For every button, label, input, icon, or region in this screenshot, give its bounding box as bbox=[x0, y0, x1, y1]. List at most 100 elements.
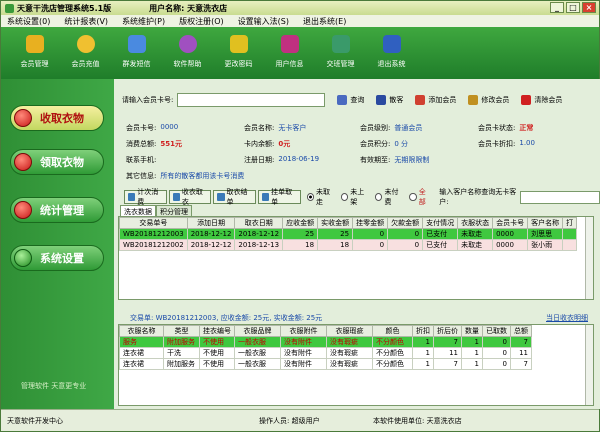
sidebar-item-collect-clothes[interactable]: 领取衣物 bbox=[10, 149, 104, 175]
search-icon bbox=[337, 95, 348, 105]
member-expire: 无期限限制 bbox=[394, 156, 430, 164]
add-member-button[interactable]: 添加会员 bbox=[415, 95, 456, 105]
col-header[interactable]: 衣服名称 bbox=[119, 325, 164, 337]
radio-all[interactable]: 全部 bbox=[409, 187, 431, 207]
green-orb-icon bbox=[14, 249, 32, 267]
col-header[interactable]: 交易单号 bbox=[119, 217, 188, 229]
window-title: 天意干洗店管理系统5.1版 bbox=[17, 3, 112, 13]
table-row[interactable]: WB20181212003 2018-12-12 2018-12-12 25 25 0 0 已… bbox=[119, 228, 578, 240]
minimize-icon[interactable]: _ bbox=[550, 2, 564, 13]
menu-item-input-method[interactable]: 设置输入法(S) bbox=[238, 16, 289, 27]
customer-search-label: 输入客户名称查询无卡客户: bbox=[439, 188, 517, 206]
menu-item-system-settings[interactable]: 系统设置(0) bbox=[7, 16, 50, 27]
table-row[interactable]: 连衣裙 干洗 不使用 一般衣服 没有附件 没有瑕疵 不分颜色 1 11 1 0 11 bbox=[119, 347, 532, 359]
toolbar-shift-management[interactable]: 交班管理 bbox=[315, 27, 366, 77]
col-header[interactable]: 折后价 bbox=[433, 325, 462, 337]
col-header[interactable]: 挂零金额 bbox=[352, 217, 389, 229]
radio-not-picked[interactable]: 未取走 bbox=[306, 187, 335, 207]
sidebar-item-receive-clothes[interactable]: 收取衣物 bbox=[10, 105, 104, 131]
col-header[interactable]: 取衣日期 bbox=[234, 217, 284, 229]
status-developer: 天意软件开发中心 bbox=[7, 416, 63, 425]
daily-receipt-link[interactable]: 当日收衣明细 bbox=[546, 313, 588, 323]
member-total-spend: 551元 bbox=[160, 140, 182, 148]
sidebar-item-statistics[interactable]: 统计管理 bbox=[10, 197, 104, 223]
member-balance: 0元 bbox=[278, 140, 291, 148]
radio-unpaid[interactable]: 未付费 bbox=[375, 187, 403, 207]
app-icon bbox=[5, 3, 14, 13]
menu-item-reports[interactable]: 统计报表(V) bbox=[64, 16, 108, 27]
col-header[interactable]: 打 bbox=[562, 217, 578, 229]
col-header[interactable]: 实收金额 bbox=[317, 217, 354, 229]
customer-search-input[interactable] bbox=[519, 190, 600, 204]
col-header[interactable]: 支付情况 bbox=[422, 217, 459, 229]
col-header[interactable]: 衣服附件 bbox=[280, 325, 327, 337]
walk-in-button[interactable]: 散客 bbox=[376, 95, 403, 105]
table-row[interactable]: 服务 附加服务 不使用 一般衣服 没有附件 没有瑕疵 不分颜色 1 7 1 0 7 bbox=[119, 336, 532, 348]
status-bar: 天意软件开发中心 操作人员: 超级用户 本软件使用单位: 天意洗衣店 bbox=[1, 409, 599, 431]
items-table: 衣服名称 类型 挂衣编号 衣服品牌 衣服附件 衣服瑕疵 颜色 折扣 折后价 数量… bbox=[118, 324, 594, 406]
exit-door-icon bbox=[382, 35, 401, 53]
col-header[interactable]: 总额 bbox=[510, 325, 532, 337]
col-header[interactable]: 衣服状态 bbox=[457, 217, 494, 229]
col-header[interactable]: 会员卡号 bbox=[492, 217, 529, 229]
red-orb-icon bbox=[14, 201, 32, 219]
edit-member-button[interactable]: 修改会员 bbox=[468, 95, 509, 105]
col-header[interactable]: 添加日期 bbox=[186, 217, 236, 229]
radio-not-shelved[interactable]: 未上架 bbox=[340, 187, 369, 207]
doc-icon bbox=[261, 193, 270, 201]
col-header[interactable]: 数量 bbox=[461, 325, 483, 337]
col-header[interactable]: 挂衣编号 bbox=[199, 325, 235, 337]
card-number-input[interactable] bbox=[177, 93, 326, 107]
message-icon bbox=[127, 35, 146, 53]
member-name: 无卡客户 bbox=[278, 124, 307, 132]
menu-item-maintenance[interactable]: 系统维护(P) bbox=[122, 16, 165, 27]
toolbar-exit[interactable]: 退出系统 bbox=[366, 27, 417, 77]
orders-scrollbar[interactable] bbox=[585, 217, 593, 299]
table-row[interactable]: WB20181212002 2018-12-12 2018-12-13 18 18 0 0 已… bbox=[119, 239, 578, 251]
items-scrollbar[interactable] bbox=[585, 325, 593, 405]
maximize-icon[interactable]: □ bbox=[566, 2, 580, 13]
toolbar-member-management[interactable]: 会员管理 bbox=[9, 27, 60, 77]
col-header[interactable]: 欠款金额 bbox=[387, 217, 424, 229]
pickup-checkout-button[interactable]: 取衣结单 bbox=[213, 188, 256, 206]
delete-icon bbox=[521, 95, 532, 105]
col-header[interactable]: 已取数 bbox=[482, 325, 511, 337]
col-header[interactable]: 应收金额 bbox=[282, 217, 319, 229]
toolbar-group-sms[interactable]: 群发短信 bbox=[111, 27, 162, 77]
hang-order-button[interactable]: 挂单取单 bbox=[257, 188, 301, 206]
col-header[interactable]: 折扣 bbox=[412, 325, 434, 337]
table-row[interactable]: 连衣裙 附加服务 不使用 一般衣服 没有附件 没有瑕疵 不分颜色 1 7 1 0 7 bbox=[119, 358, 532, 370]
menu-bar: 系统设置(0) 统计报表(V) 系统维护(P) 版权注册(O) 设置输入法(S)… bbox=[1, 15, 599, 27]
count-consume-button[interactable]: 计次消费 bbox=[124, 188, 167, 206]
toolbar-member-recharge[interactable]: 会员充值 bbox=[60, 27, 111, 77]
member-discount: 1.00 bbox=[519, 139, 535, 147]
action-row: 计次消费 收衣取衣 取衣结单 挂单取单 未取走 未上架 未付费 全部 输入客户名… bbox=[124, 187, 600, 207]
member-reg-date: 2018-06-19 bbox=[278, 155, 320, 163]
toolbar-user-info[interactable]: 用户信息 bbox=[264, 27, 315, 77]
close-icon[interactable]: × bbox=[582, 2, 596, 13]
member-points: 0 分 bbox=[394, 140, 409, 148]
help-icon bbox=[178, 35, 197, 53]
red-orb-icon bbox=[14, 153, 32, 171]
col-header[interactable]: 衣服品牌 bbox=[234, 325, 281, 337]
title-bar: 天意干洗店管理系统5.1版 用户名称: 天意洗衣店 _ □ × bbox=[1, 1, 599, 15]
col-header[interactable]: 类型 bbox=[163, 325, 200, 337]
sidebar-footer: 管理软件 天意更专业 bbox=[21, 382, 87, 390]
col-header[interactable]: 颜色 bbox=[372, 325, 413, 337]
menu-item-registration[interactable]: 版权注册(O) bbox=[179, 16, 224, 27]
query-button[interactable]: 查询 bbox=[337, 95, 364, 105]
col-header[interactable]: 客户名称 bbox=[527, 217, 564, 229]
radio-dot bbox=[306, 193, 314, 201]
receive-pickup-button[interactable]: 收衣取衣 bbox=[168, 188, 212, 206]
col-header[interactable]: 衣服瑕疵 bbox=[326, 325, 373, 337]
clear-member-button[interactable]: 清除会员 bbox=[521, 95, 562, 105]
menu-item-exit[interactable]: 退出系统(E) bbox=[303, 16, 346, 27]
doc-icon bbox=[172, 193, 180, 201]
sidebar-item-system-settings[interactable]: 系统设置 bbox=[10, 245, 104, 271]
add-icon bbox=[415, 95, 426, 105]
walk-in-icon bbox=[376, 95, 387, 105]
member-card-status: 正常 bbox=[519, 124, 534, 132]
toolbar-change-password[interactable]: 更改密码 bbox=[213, 27, 264, 77]
book-icon bbox=[280, 35, 299, 53]
toolbar-help[interactable]: 软件帮助 bbox=[162, 27, 213, 77]
